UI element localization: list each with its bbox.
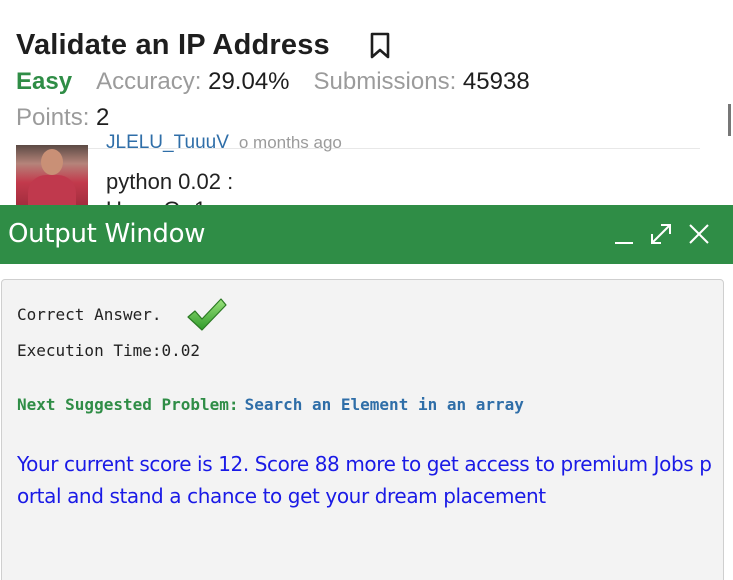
points-row: Points: 2 (16, 104, 133, 132)
output-panel: Correct Answer. Execution Time:0.02 Next… (1, 279, 724, 580)
scrollbar-thumb[interactable] (728, 104, 731, 136)
score-message: Your current score is 12. Score 88 more … (17, 452, 712, 508)
points-value: 2 (96, 104, 110, 131)
close-icon[interactable] (686, 221, 712, 247)
execution-time: Execution Time:0.02 (17, 341, 201, 360)
comment-text: python 0.02 : (106, 169, 234, 194)
avatar (16, 145, 88, 207)
next-suggested-problem: Next Suggested Problem: Search an Element… (17, 395, 524, 414)
problem-title: Validate an IP Address (16, 29, 330, 61)
minimize-icon[interactable] (612, 221, 638, 247)
author-name[interactable]: JLELU_TuuuV (106, 132, 229, 153)
output-window-title: Output Window (8, 219, 206, 249)
comment-author[interactable]: JLELU_TuuuV o months ago (106, 132, 342, 154)
problem-meta: Easy Accuracy: 29.04% Submissions: 45938 (16, 68, 554, 98)
difficulty-badge: Easy (16, 68, 73, 95)
next-problem-link[interactable]: Search an Element in an array (245, 395, 524, 414)
correct-answer-text: Correct Answer. (17, 305, 162, 324)
submissions-value: 45938 (462, 68, 530, 95)
bookmark-icon[interactable] (368, 32, 392, 60)
output-window: Output Window Correct Answer. Execution … (0, 205, 733, 580)
accuracy-value: 29.04% (208, 68, 290, 95)
checkmark-icon (187, 298, 227, 331)
submissions-label: Submissions: (313, 68, 457, 95)
output-window-header[interactable]: Output Window (0, 205, 733, 264)
maximize-icon[interactable] (648, 221, 674, 247)
comment-time: o months ago (238, 133, 342, 152)
page: Validate an IP Address Easy Accuracy: 29.… (0, 0, 733, 580)
points-label: Points: (16, 104, 90, 131)
next-problem-label: Next Suggested Problem: (17, 395, 239, 414)
accuracy-label: Accuracy: (96, 68, 202, 95)
